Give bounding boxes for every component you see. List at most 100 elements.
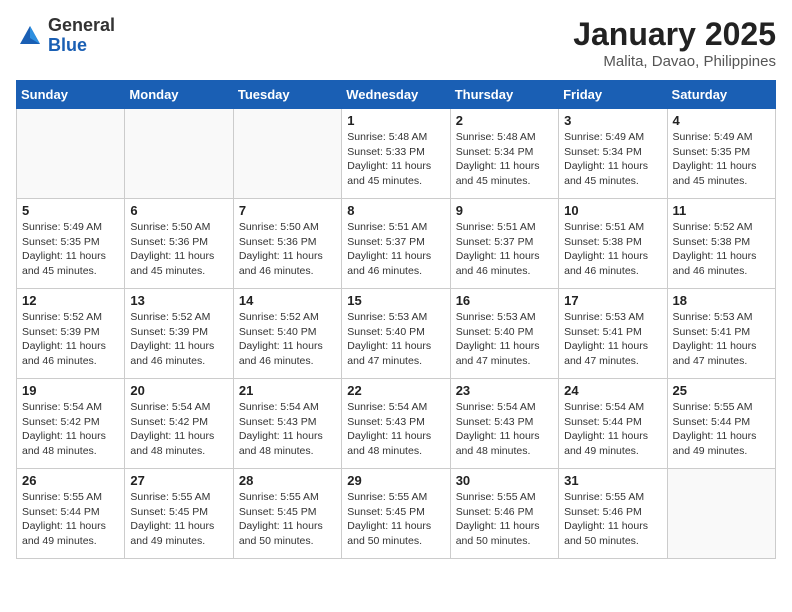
calendar-cell: 15 Sunrise: 5:53 AM Sunset: 5:40 PM Dayli…	[342, 289, 450, 379]
calendar-cell: 21 Sunrise: 5:54 AM Sunset: 5:43 PM Dayli…	[233, 379, 341, 469]
calendar-cell: 24 Sunrise: 5:54 AM Sunset: 5:44 PM Dayli…	[559, 379, 667, 469]
day-info: Sunrise: 5:55 AM Sunset: 5:46 PM Dayligh…	[456, 490, 553, 549]
day-info: Sunrise: 5:51 AM Sunset: 5:37 PM Dayligh…	[347, 220, 444, 279]
day-info: Sunrise: 5:50 AM Sunset: 5:36 PM Dayligh…	[130, 220, 227, 279]
day-number: 17	[564, 293, 661, 308]
logo-general: General	[48, 16, 115, 36]
day-number: 18	[673, 293, 770, 308]
day-number: 20	[130, 383, 227, 398]
calendar-week-2: 5 Sunrise: 5:49 AM Sunset: 5:35 PM Daylig…	[17, 199, 776, 289]
day-info: Sunrise: 5:52 AM Sunset: 5:39 PM Dayligh…	[130, 310, 227, 369]
day-number: 15	[347, 293, 444, 308]
calendar-week-5: 26Sunrise: 5:55 AM Sunset: 5:44 PM Dayli…	[17, 469, 776, 559]
day-number: 6	[130, 203, 227, 218]
calendar-cell: 2 Sunrise: 5:48 AM Sunset: 5:34 PM Daylig…	[450, 109, 558, 199]
calendar-cell: 18 Sunrise: 5:53 AM Sunset: 5:41 PM Dayli…	[667, 289, 775, 379]
calendar-week-4: 19Sunrise: 5:54 AM Sunset: 5:42 PM Dayli…	[17, 379, 776, 469]
calendar-cell: 8 Sunrise: 5:51 AM Sunset: 5:37 PM Daylig…	[342, 199, 450, 289]
day-number: 11	[673, 203, 770, 218]
calendar-week-1: 1 Sunrise: 5:48 AM Sunset: 5:33 PM Daylig…	[17, 109, 776, 199]
subtitle: Malita, Davao, Philippines	[573, 53, 776, 70]
day-info: Sunrise: 5:55 AM Sunset: 5:46 PM Dayligh…	[564, 490, 661, 549]
calendar-cell: 28 Sunrise: 5:55 AM Sunset: 5:45 PM Dayli…	[233, 469, 341, 559]
weekday-header-thursday: Thursday	[450, 81, 558, 109]
calendar-cell: 14 Sunrise: 5:52 AM Sunset: 5:40 PM Dayli…	[233, 289, 341, 379]
day-number: 25	[673, 383, 770, 398]
calendar-cell: 11 Sunrise: 5:52 AM Sunset: 5:38 PM Dayli…	[667, 199, 775, 289]
day-info: Sunrise: 5:49 AM Sunset: 5:34 PM Dayligh…	[564, 130, 661, 189]
weekday-header-friday: Friday	[559, 81, 667, 109]
weekday-header-monday: Monday	[125, 81, 233, 109]
logo-blue: Blue	[48, 36, 115, 56]
day-number: 27	[130, 473, 227, 488]
calendar-cell: 25 Sunrise: 5:55 AM Sunset: 5:44 PM Dayli…	[667, 379, 775, 469]
day-info: Sunrise: 5:52 AM Sunset: 5:40 PM Dayligh…	[239, 310, 336, 369]
day-info: Sunrise: 5:54 AM Sunset: 5:43 PM Dayligh…	[456, 400, 553, 459]
day-info: Sunrise: 5:53 AM Sunset: 5:40 PM Dayligh…	[347, 310, 444, 369]
day-number: 14	[239, 293, 336, 308]
weekday-header-sunday: Sunday	[17, 81, 125, 109]
day-info: Sunrise: 5:51 AM Sunset: 5:38 PM Dayligh…	[564, 220, 661, 279]
day-number: 21	[239, 383, 336, 398]
day-number: 10	[564, 203, 661, 218]
calendar-header-row: SundayMondayTuesdayWednesdayThursdayFrid…	[17, 81, 776, 109]
day-number: 24	[564, 383, 661, 398]
title-block: January 2025 Malita, Davao, Philippines	[573, 16, 776, 70]
calendar-cell: 16Sunrise: 5:53 AM Sunset: 5:40 PM Dayli…	[450, 289, 558, 379]
weekday-header-wednesday: Wednesday	[342, 81, 450, 109]
weekday-header-saturday: Saturday	[667, 81, 775, 109]
calendar-cell: 23 Sunrise: 5:54 AM Sunset: 5:43 PM Dayli…	[450, 379, 558, 469]
day-info: Sunrise: 5:52 AM Sunset: 5:38 PM Dayligh…	[673, 220, 770, 279]
calendar-cell: 10 Sunrise: 5:51 AM Sunset: 5:38 PM Dayli…	[559, 199, 667, 289]
calendar-cell: 20 Sunrise: 5:54 AM Sunset: 5:42 PM Dayli…	[125, 379, 233, 469]
calendar-cell: 31 Sunrise: 5:55 AM Sunset: 5:46 PM Dayli…	[559, 469, 667, 559]
day-info: Sunrise: 5:55 AM Sunset: 5:44 PM Dayligh…	[673, 400, 770, 459]
day-number: 31	[564, 473, 661, 488]
calendar-week-3: 12 Sunrise: 5:52 AM Sunset: 5:39 PM Dayli…	[17, 289, 776, 379]
day-info: Sunrise: 5:55 AM Sunset: 5:44 PM Dayligh…	[22, 490, 119, 549]
calendar-cell: 17Sunrise: 5:53 AM Sunset: 5:41 PM Dayli…	[559, 289, 667, 379]
day-info: Sunrise: 5:54 AM Sunset: 5:42 PM Dayligh…	[22, 400, 119, 459]
day-number: 7	[239, 203, 336, 218]
day-number: 3	[564, 113, 661, 128]
day-info: Sunrise: 5:48 AM Sunset: 5:33 PM Dayligh…	[347, 130, 444, 189]
calendar-cell: 5 Sunrise: 5:49 AM Sunset: 5:35 PM Daylig…	[17, 199, 125, 289]
day-info: Sunrise: 5:55 AM Sunset: 5:45 PM Dayligh…	[130, 490, 227, 549]
day-number: 22	[347, 383, 444, 398]
calendar-cell: 13 Sunrise: 5:52 AM Sunset: 5:39 PM Dayli…	[125, 289, 233, 379]
day-info: Sunrise: 5:54 AM Sunset: 5:43 PM Dayligh…	[239, 400, 336, 459]
day-number: 13	[130, 293, 227, 308]
day-info: Sunrise: 5:48 AM Sunset: 5:34 PM Dayligh…	[456, 130, 553, 189]
calendar-cell	[125, 109, 233, 199]
day-number: 28	[239, 473, 336, 488]
day-info: Sunrise: 5:54 AM Sunset: 5:42 PM Dayligh…	[130, 400, 227, 459]
logo: General Blue	[16, 16, 115, 56]
calendar-cell: 6 Sunrise: 5:50 AM Sunset: 5:36 PM Daylig…	[125, 199, 233, 289]
day-info: Sunrise: 5:49 AM Sunset: 5:35 PM Dayligh…	[673, 130, 770, 189]
calendar-cell: 19Sunrise: 5:54 AM Sunset: 5:42 PM Dayli…	[17, 379, 125, 469]
day-info: Sunrise: 5:55 AM Sunset: 5:45 PM Dayligh…	[239, 490, 336, 549]
calendar-cell: 22Sunrise: 5:54 AM Sunset: 5:43 PM Dayli…	[342, 379, 450, 469]
main-title: January 2025	[573, 16, 776, 53]
day-number: 2	[456, 113, 553, 128]
day-number: 23	[456, 383, 553, 398]
day-info: Sunrise: 5:49 AM Sunset: 5:35 PM Dayligh…	[22, 220, 119, 279]
day-info: Sunrise: 5:54 AM Sunset: 5:44 PM Dayligh…	[564, 400, 661, 459]
calendar-cell: 3 Sunrise: 5:49 AM Sunset: 5:34 PM Daylig…	[559, 109, 667, 199]
day-number: 8	[347, 203, 444, 218]
day-info: Sunrise: 5:53 AM Sunset: 5:41 PM Dayligh…	[673, 310, 770, 369]
calendar-cell: 4Sunrise: 5:49 AM Sunset: 5:35 PM Daylig…	[667, 109, 775, 199]
day-info: Sunrise: 5:50 AM Sunset: 5:36 PM Dayligh…	[239, 220, 336, 279]
day-number: 12	[22, 293, 119, 308]
page-header: General Blue January 2025 Malita, Davao,…	[16, 16, 776, 70]
day-number: 9	[456, 203, 553, 218]
calendar-cell: 26Sunrise: 5:55 AM Sunset: 5:44 PM Dayli…	[17, 469, 125, 559]
calendar-cell: 9Sunrise: 5:51 AM Sunset: 5:37 PM Daylig…	[450, 199, 558, 289]
calendar-cell: 27 Sunrise: 5:55 AM Sunset: 5:45 PM Dayli…	[125, 469, 233, 559]
day-number: 5	[22, 203, 119, 218]
logo-text: General Blue	[48, 16, 115, 56]
day-info: Sunrise: 5:55 AM Sunset: 5:45 PM Dayligh…	[347, 490, 444, 549]
calendar-cell: 30Sunrise: 5:55 AM Sunset: 5:46 PM Dayli…	[450, 469, 558, 559]
calendar-cell	[667, 469, 775, 559]
day-number: 1	[347, 113, 444, 128]
